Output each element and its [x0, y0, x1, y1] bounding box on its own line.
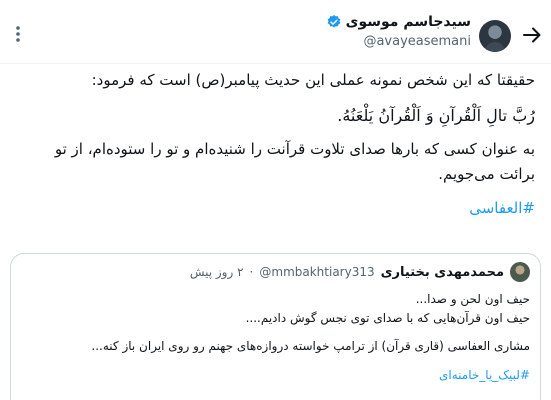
separator-dot: · — [249, 265, 254, 279]
back-button[interactable] — [521, 24, 543, 46]
tweet-arabic-quote: رُبَّ تالِ اَلْقُرآنِ وَ اَلْقُرآنُ يَلْ… — [337, 105, 535, 125]
author-info: سیدجاسم موسوی @avayeasemani — [326, 14, 471, 49]
author-avatar[interactable] — [479, 20, 511, 52]
verified-badge-icon — [327, 15, 340, 28]
more-options-button[interactable] — [8, 24, 28, 44]
arrow-right-icon — [523, 27, 541, 43]
quoted-tweet-header: محمدمهدی بختیاری @mmbakhtiary313 · ۲ روز… — [190, 262, 530, 282]
more-vertical-icon — [16, 26, 20, 42]
quoted-tweet[interactable]: محمدمهدی بختیاری @mmbakhtiary313 · ۲ روز… — [10, 253, 541, 400]
quoted-author-name[interactable]: محمدمهدی بختیاری — [381, 265, 504, 280]
tweet-header: سیدجاسم موسوی @avayeasemani — [0, 0, 551, 64]
quoted-line-3: مشاری العفاسی (قاری قرآن) از ترامپ خواست… — [91, 339, 530, 354]
quoted-hashtag-link[interactable]: #لبیک_یا_خامنه‌ای — [439, 368, 530, 382]
quoted-line-2: حیف اون قرآن‌هایی که با صدای توی نجس گوش… — [245, 310, 530, 325]
author-name[interactable]: سیدجاسم موسوی — [346, 14, 471, 30]
tweet-line-1: حقیقتا که این شخص نمونه عملی این حدیث پی… — [91, 71, 535, 89]
quoted-author-handle[interactable]: @mmbakhtiary313 — [259, 265, 374, 279]
tweet-hashtag-link[interactable]: #العفاسی — [469, 199, 535, 217]
tweet-line-2: به عنوان کسی که بارها صدای تلاوت قرآنت ر… — [54, 139, 535, 184]
author-name-row: سیدجاسم موسوی — [326, 14, 471, 30]
author-handle[interactable]: @avayeasemani — [326, 34, 471, 49]
tweet-text: حقیقتا که این شخص نمونه عملی این حدیث پی… — [15, 68, 535, 229]
quoted-author-avatar[interactable] — [510, 262, 530, 282]
quoted-tweet-text: حیف اون لحن و صدا... حیف اون قرآن‌هایی ک… — [25, 290, 530, 384]
quoted-timestamp[interactable]: ۲ روز پیش — [190, 265, 244, 279]
quoted-line-1: حیف اون لحن و صدا... — [415, 292, 530, 306]
